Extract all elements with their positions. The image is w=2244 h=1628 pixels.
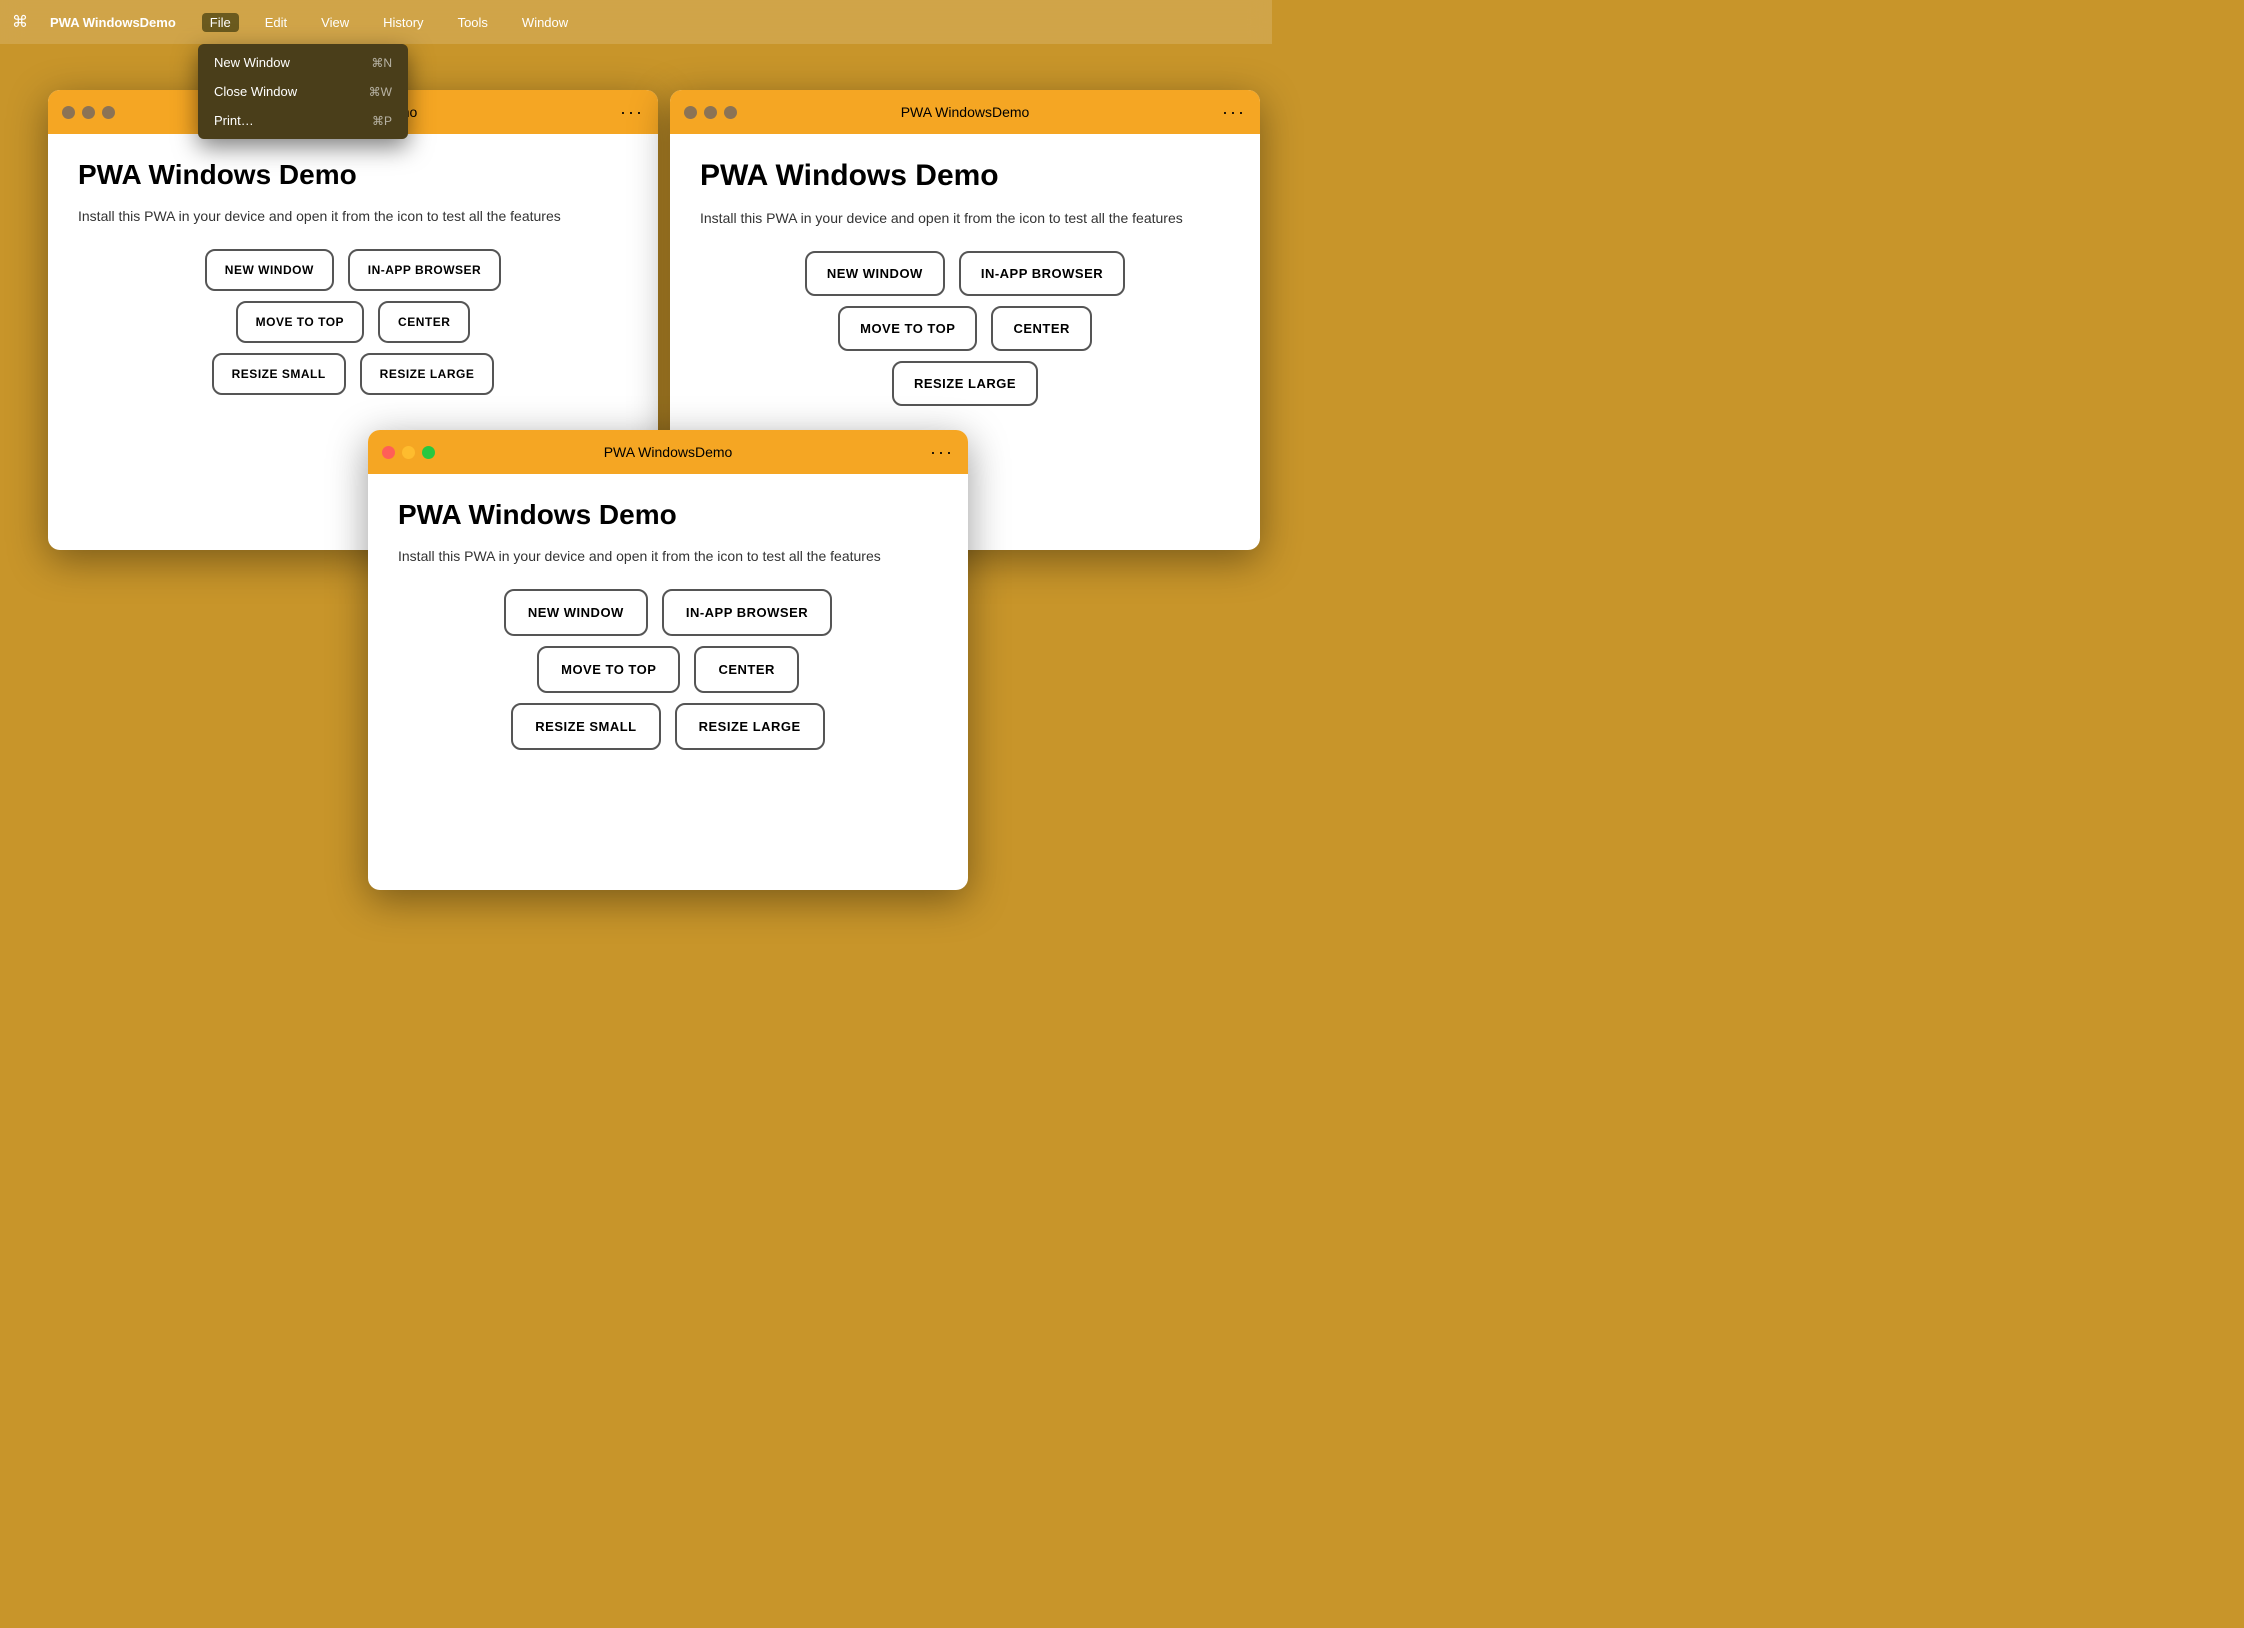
titlebar-3: PWA WindowsDemo ···	[368, 430, 968, 474]
btn-resize-large-1[interactable]: RESIZE LARGE	[360, 353, 495, 395]
window-subtext-2: Install this PWA in your device and open…	[700, 208, 1230, 229]
btn-move-to-top-1[interactable]: MOVE TO TOP	[236, 301, 364, 343]
tl-green-3[interactable]	[422, 446, 435, 459]
btn-move-to-top-3[interactable]: MOVE TO TOP	[537, 646, 680, 693]
menu-window[interactable]: Window	[514, 13, 576, 32]
tl-yellow-1[interactable]	[82, 106, 95, 119]
btn-center-1[interactable]: CENTER	[378, 301, 470, 343]
close-window-label: Close Window	[214, 84, 297, 99]
tl-red-3[interactable]	[382, 446, 395, 459]
file-dropdown-menu: New Window ⌘N Close Window ⌘W Print… ⌘P	[198, 44, 408, 139]
traffic-lights-1	[62, 106, 115, 119]
menubar: ⌘ PWA WindowsDemo File Edit View History…	[0, 0, 1272, 44]
window-dots-3[interactable]: ···	[930, 442, 954, 463]
new-window-shortcut: ⌘N	[371, 56, 392, 70]
window-content-2: PWA Windows Demo Install this PWA in you…	[670, 134, 1260, 434]
window-content-3: PWA Windows Demo Install this PWA in you…	[368, 474, 968, 778]
window-subtext-3: Install this PWA in your device and open…	[398, 546, 938, 567]
window-heading-1: PWA Windows Demo	[78, 158, 628, 192]
menu-history[interactable]: History	[375, 13, 431, 32]
tl-green-1[interactable]	[102, 106, 115, 119]
print-shortcut: ⌘P	[372, 114, 392, 128]
menu-tools[interactable]: Tools	[450, 13, 496, 32]
titlebar-2: PWA WindowsDemo ···	[670, 90, 1260, 134]
button-grid-1: NEW WINDOW IN-APP BROWSER MOVE TO TOP CE…	[78, 249, 628, 395]
menu-edit[interactable]: Edit	[257, 13, 295, 32]
btn-center-2[interactable]: CENTER	[991, 306, 1091, 351]
traffic-lights-3	[382, 446, 435, 459]
btn-new-window-2[interactable]: NEW WINDOW	[805, 251, 945, 296]
window-title-3: PWA WindowsDemo	[604, 444, 733, 460]
tl-yellow-2[interactable]	[704, 106, 717, 119]
btn-in-app-browser-2[interactable]: IN-APP BROWSER	[959, 251, 1125, 296]
print-label: Print…	[214, 113, 254, 128]
button-grid-3: NEW WINDOW IN-APP BROWSER MOVE TO TOP CE…	[398, 589, 938, 750]
btn-resize-large-3[interactable]: RESIZE LARGE	[675, 703, 825, 750]
window-title-2: PWA WindowsDemo	[901, 104, 1030, 120]
btn-move-to-top-2[interactable]: MOVE TO TOP	[838, 306, 977, 351]
btn-new-window-3[interactable]: NEW WINDOW	[504, 589, 648, 636]
btn-in-app-browser-3[interactable]: IN-APP BROWSER	[662, 589, 832, 636]
menu-view[interactable]: View	[313, 13, 357, 32]
menu-item-close-window[interactable]: Close Window ⌘W	[198, 77, 408, 106]
traffic-lights-2	[684, 106, 737, 119]
btn-resize-small-3[interactable]: RESIZE SMALL	[511, 703, 660, 750]
btn-in-app-browser-1[interactable]: IN-APP BROWSER	[348, 249, 501, 291]
menu-file[interactable]: File	[202, 13, 239, 32]
menu-item-new-window[interactable]: New Window ⌘N	[198, 48, 408, 77]
button-grid-2: NEW WINDOW IN-APP BROWSER MOVE TO TOP CE…	[700, 251, 1230, 406]
tl-green-2[interactable]	[724, 106, 737, 119]
new-window-label: New Window	[214, 55, 290, 70]
menu-item-print[interactable]: Print… ⌘P	[198, 106, 408, 135]
window-dots-2[interactable]: ···	[1222, 102, 1246, 123]
btn-center-3[interactable]: CENTER	[694, 646, 798, 693]
window-content-1: PWA Windows Demo Install this PWA in you…	[48, 134, 658, 423]
window-subtext-1: Install this PWA in your device and open…	[78, 206, 628, 227]
apple-menu-icon[interactable]: ⌘	[12, 12, 28, 32]
window-heading-2: PWA Windows Demo	[700, 158, 1230, 194]
btn-new-window-1[interactable]: NEW WINDOW	[205, 249, 334, 291]
tl-red-2[interactable]	[684, 106, 697, 119]
btn-resize-large-2[interactable]: RESIZE LARGE	[892, 361, 1038, 406]
btn-resize-small-1[interactable]: RESIZE SMALL	[212, 353, 346, 395]
tl-yellow-3[interactable]	[402, 446, 415, 459]
window-heading-3: PWA Windows Demo	[398, 498, 938, 532]
tl-red-1[interactable]	[62, 106, 75, 119]
window-dots-1[interactable]: ···	[620, 102, 644, 123]
pwa-window-3: PWA WindowsDemo ··· PWA Windows Demo Ins…	[368, 430, 968, 890]
app-name: PWA WindowsDemo	[50, 15, 176, 30]
close-window-shortcut: ⌘W	[369, 85, 392, 99]
